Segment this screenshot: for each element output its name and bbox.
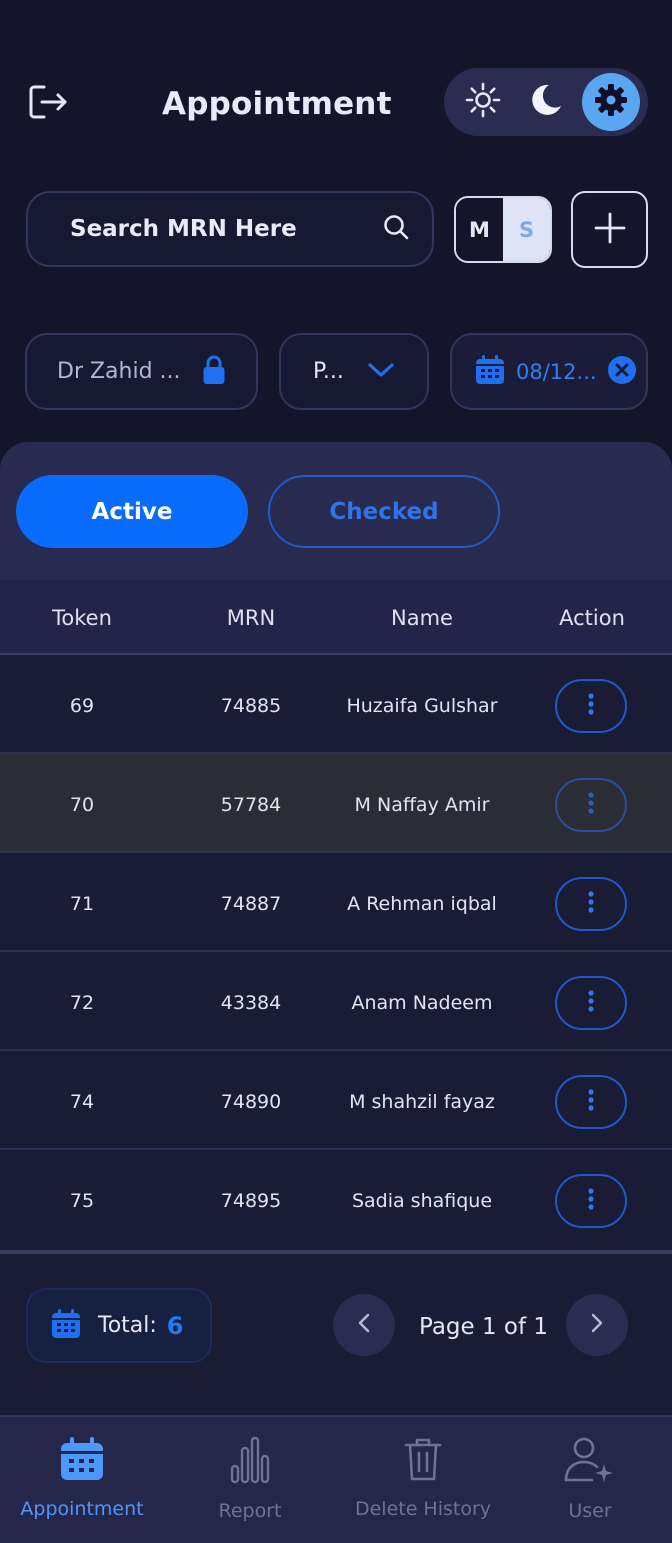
row-mrn: 43384: [220, 992, 282, 1014]
date-filter-value: 08/12...: [516, 359, 597, 384]
more-vertical-icon: [587, 1187, 595, 1215]
row-name: A Rehman iqbal: [347, 893, 497, 915]
table-row[interactable]: 75 74895 Sadia shafique: [0, 1150, 672, 1249]
table-row[interactable]: 70 57784 M Naffay Amir: [0, 754, 672, 853]
column-header-mrn: MRN: [226, 606, 276, 630]
doctor-filter[interactable]: Dr Zahid ...: [25, 333, 258, 410]
gear-icon: [592, 81, 630, 123]
nav-label: Delete History: [354, 1498, 492, 1520]
previous-page-button[interactable]: [333, 1294, 395, 1356]
column-header-token: Token: [52, 606, 112, 630]
more-vertical-icon: [587, 692, 595, 720]
column-header-action: Action: [559, 606, 625, 630]
calendar-icon: [474, 354, 506, 390]
doctor-filter-value: Dr Zahid ...: [57, 359, 181, 384]
row-action-button[interactable]: [555, 1174, 627, 1228]
row-action-button[interactable]: [555, 976, 627, 1030]
row-action-button[interactable]: [555, 778, 627, 832]
user-icon: [562, 1436, 618, 1488]
more-vertical-icon: [587, 989, 595, 1017]
tab-active[interactable]: Active: [16, 475, 248, 548]
table-divider: [0, 1250, 672, 1254]
chevron-right-icon: [590, 1312, 604, 1338]
more-vertical-icon: [587, 791, 595, 819]
logout-icon: [28, 84, 68, 124]
row-mrn: 74885: [220, 695, 282, 717]
row-mrn: 57784: [220, 794, 282, 816]
calendar-icon: [59, 1436, 105, 1486]
chevron-left-icon: [357, 1312, 371, 1338]
nav-label: User: [568, 1500, 612, 1522]
row-action-button[interactable]: [555, 877, 627, 931]
row-name: M shahzil fayaz: [349, 1091, 495, 1113]
nav-item-report[interactable]: Report: [200, 1436, 300, 1522]
nav-label: Report: [218, 1500, 282, 1522]
row-mrn: 74895: [220, 1190, 282, 1212]
next-page-button[interactable]: [566, 1294, 628, 1356]
type-filter-dropdown[interactable]: P...: [279, 333, 429, 410]
plus-icon: [593, 211, 627, 249]
search-icon[interactable]: [382, 213, 410, 245]
moon-icon: [527, 82, 563, 122]
row-action-button[interactable]: [555, 679, 627, 733]
row-mrn: 74887: [220, 893, 282, 915]
row-name: M Naffay Amir: [354, 794, 490, 816]
table-header: Token MRN Name Action: [0, 580, 672, 655]
date-filter[interactable]: 08/12...: [450, 333, 648, 410]
mode-option-m[interactable]: M: [456, 198, 503, 261]
sun-icon: [465, 82, 501, 122]
table-row[interactable]: 72 43384 Anam Nadeem: [0, 952, 672, 1051]
table-row[interactable]: 69 74885 Huzaifa Gulshar: [0, 655, 672, 754]
nav-item-appointment[interactable]: Appointment: [16, 1436, 148, 1520]
logout-button[interactable]: [24, 80, 72, 128]
row-token: 72: [69, 992, 95, 1014]
page-indicator: Page 1 of 1: [419, 1314, 549, 1340]
nav-item-delete-history[interactable]: Delete History: [348, 1436, 498, 1520]
lock-icon: [202, 355, 226, 389]
mode-option-s[interactable]: S: [503, 198, 550, 261]
search-input[interactable]: [70, 216, 382, 242]
tab-checked[interactable]: Checked: [268, 475, 500, 548]
table-row[interactable]: 71 74887 A Rehman iqbal: [0, 853, 672, 952]
dark-theme-option[interactable]: [514, 73, 576, 131]
total-value: 6: [166, 1311, 184, 1340]
type-filter-value: P...: [313, 359, 344, 384]
page-title: Appointment: [162, 86, 392, 122]
row-mrn: 74890: [220, 1091, 282, 1113]
more-vertical-icon: [587, 890, 595, 918]
light-theme-option[interactable]: [452, 73, 514, 131]
theme-toggle[interactable]: [444, 68, 648, 136]
add-appointment-button[interactable]: [571, 191, 648, 268]
more-vertical-icon: [587, 1088, 595, 1116]
search-box: [26, 191, 434, 267]
row-action-button[interactable]: [555, 1075, 627, 1129]
row-token: 69: [69, 695, 95, 717]
calendar-icon: [50, 1308, 82, 1344]
row-token: 74: [69, 1091, 95, 1113]
row-token: 70: [69, 794, 95, 816]
table-row[interactable]: 74 74890 M shahzil fayaz: [0, 1051, 672, 1150]
row-token: 75: [69, 1190, 95, 1212]
row-name: Sadia shafique: [351, 1190, 493, 1212]
column-header-name: Name: [391, 606, 453, 630]
clear-date-icon[interactable]: [607, 355, 637, 389]
row-name: Anam Nadeem: [351, 992, 493, 1014]
mode-toggle[interactable]: M S: [454, 196, 552, 263]
bar-chart-icon: [230, 1436, 270, 1488]
nav-item-user[interactable]: User: [545, 1436, 635, 1522]
row-token: 71: [69, 893, 95, 915]
nav-label: Appointment: [20, 1498, 144, 1520]
settings-theme-option[interactable]: [582, 73, 640, 131]
total-label: Total:: [98, 1313, 157, 1338]
chevron-down-icon: [367, 361, 395, 383]
trash-icon: [403, 1436, 443, 1486]
total-count-badge: Total: 6: [26, 1288, 212, 1363]
row-name: Huzaifa Gulshar: [346, 695, 498, 717]
